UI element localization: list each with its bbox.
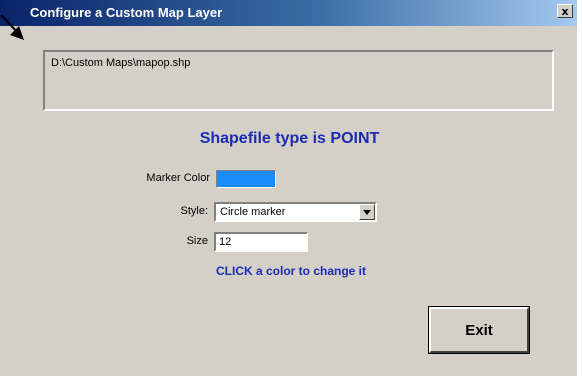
marker-color-label: Marker Color (146, 172, 210, 184)
window-title: Configure a Custom Map Layer (30, 5, 223, 20)
size-input[interactable] (214, 232, 308, 252)
color-hint-text: CLICK a color to change it (216, 264, 367, 278)
mouse-pointer-arrow-icon (0, 14, 24, 40)
marker-color-swatch[interactable] (216, 170, 276, 188)
style-dropdown-button[interactable] (359, 204, 375, 220)
title-bar[interactable]: Configure a Custom Map Layer x (0, 0, 577, 26)
chevron-down-icon (363, 209, 371, 215)
file-path-box: D:\Custom Maps\mapop.shp (43, 50, 554, 111)
exit-button-label: Exit (429, 307, 529, 353)
shapefile-type-heading: Shapefile type is POINT (199, 130, 380, 147)
style-select[interactable]: Circle marker (214, 202, 377, 222)
style-label: Style: (180, 205, 208, 217)
file-path-text: D:\Custom Maps\mapop.shp (51, 57, 191, 69)
exit-button[interactable]: Exit (428, 306, 530, 354)
close-button[interactable]: x (557, 4, 573, 18)
style-selected-value: Circle marker (220, 206, 286, 218)
size-label: Size (186, 235, 208, 247)
close-icon: x (561, 4, 569, 18)
configure-layer-dialog: Configure a Custom Map Layer x D:\Custom… (0, 0, 579, 378)
